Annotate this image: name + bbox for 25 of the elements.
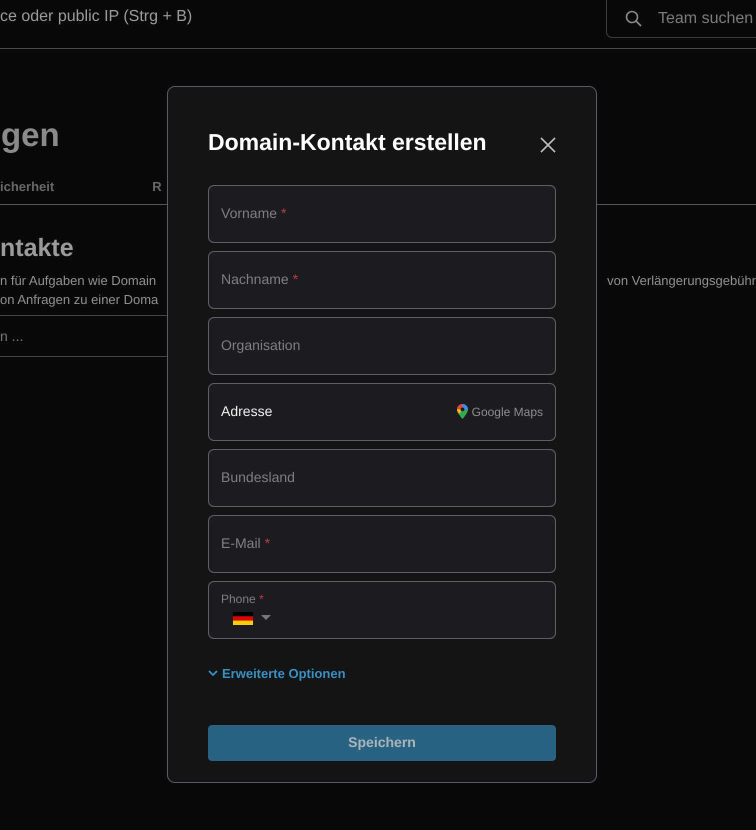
input-field[interactable]: Vorname * xyxy=(208,184,556,242)
team-search-field[interactable]: Team suchen xyxy=(606,0,756,38)
description-text: on Anfragen zu einer Doma xyxy=(0,291,158,309)
tab[interactable]: icherheit xyxy=(0,177,54,204)
input-field[interactable]: E-Mail * xyxy=(208,514,556,572)
caret-icon[interactable] xyxy=(261,615,271,621)
advanced-options-link[interactable]: Erweiterte Optionen xyxy=(208,664,346,683)
save-button[interactable]: Speichern xyxy=(208,724,556,761)
search-field-text[interactable]: ce oder public IP (Strg + B) xyxy=(0,0,192,29)
description-text: von Verlängerungsgebühr xyxy=(607,272,756,290)
address-field[interactable]: Adresse Google Maps xyxy=(208,382,556,440)
dialog-title: Domain-Kontakt erstellen xyxy=(208,128,487,157)
description-text: n für Aufgaben wie Domain xyxy=(0,272,156,290)
input-field[interactable]: Nachname * xyxy=(208,250,556,308)
input-field[interactable]: Organisation xyxy=(208,316,556,374)
provider-label: Google Maps xyxy=(472,404,543,420)
page-title: gen xyxy=(1,115,60,155)
tab[interactable]: R xyxy=(152,177,162,204)
flag-icon[interactable] xyxy=(233,612,253,624)
phone-field[interactable]: Phone * xyxy=(208,580,556,638)
chevron-down-icon xyxy=(208,670,218,677)
map-pin-icon xyxy=(456,404,468,419)
section-title: ntakte xyxy=(0,233,75,263)
search-icon xyxy=(625,10,642,27)
input-field[interactable]: Bundesland xyxy=(208,448,556,506)
